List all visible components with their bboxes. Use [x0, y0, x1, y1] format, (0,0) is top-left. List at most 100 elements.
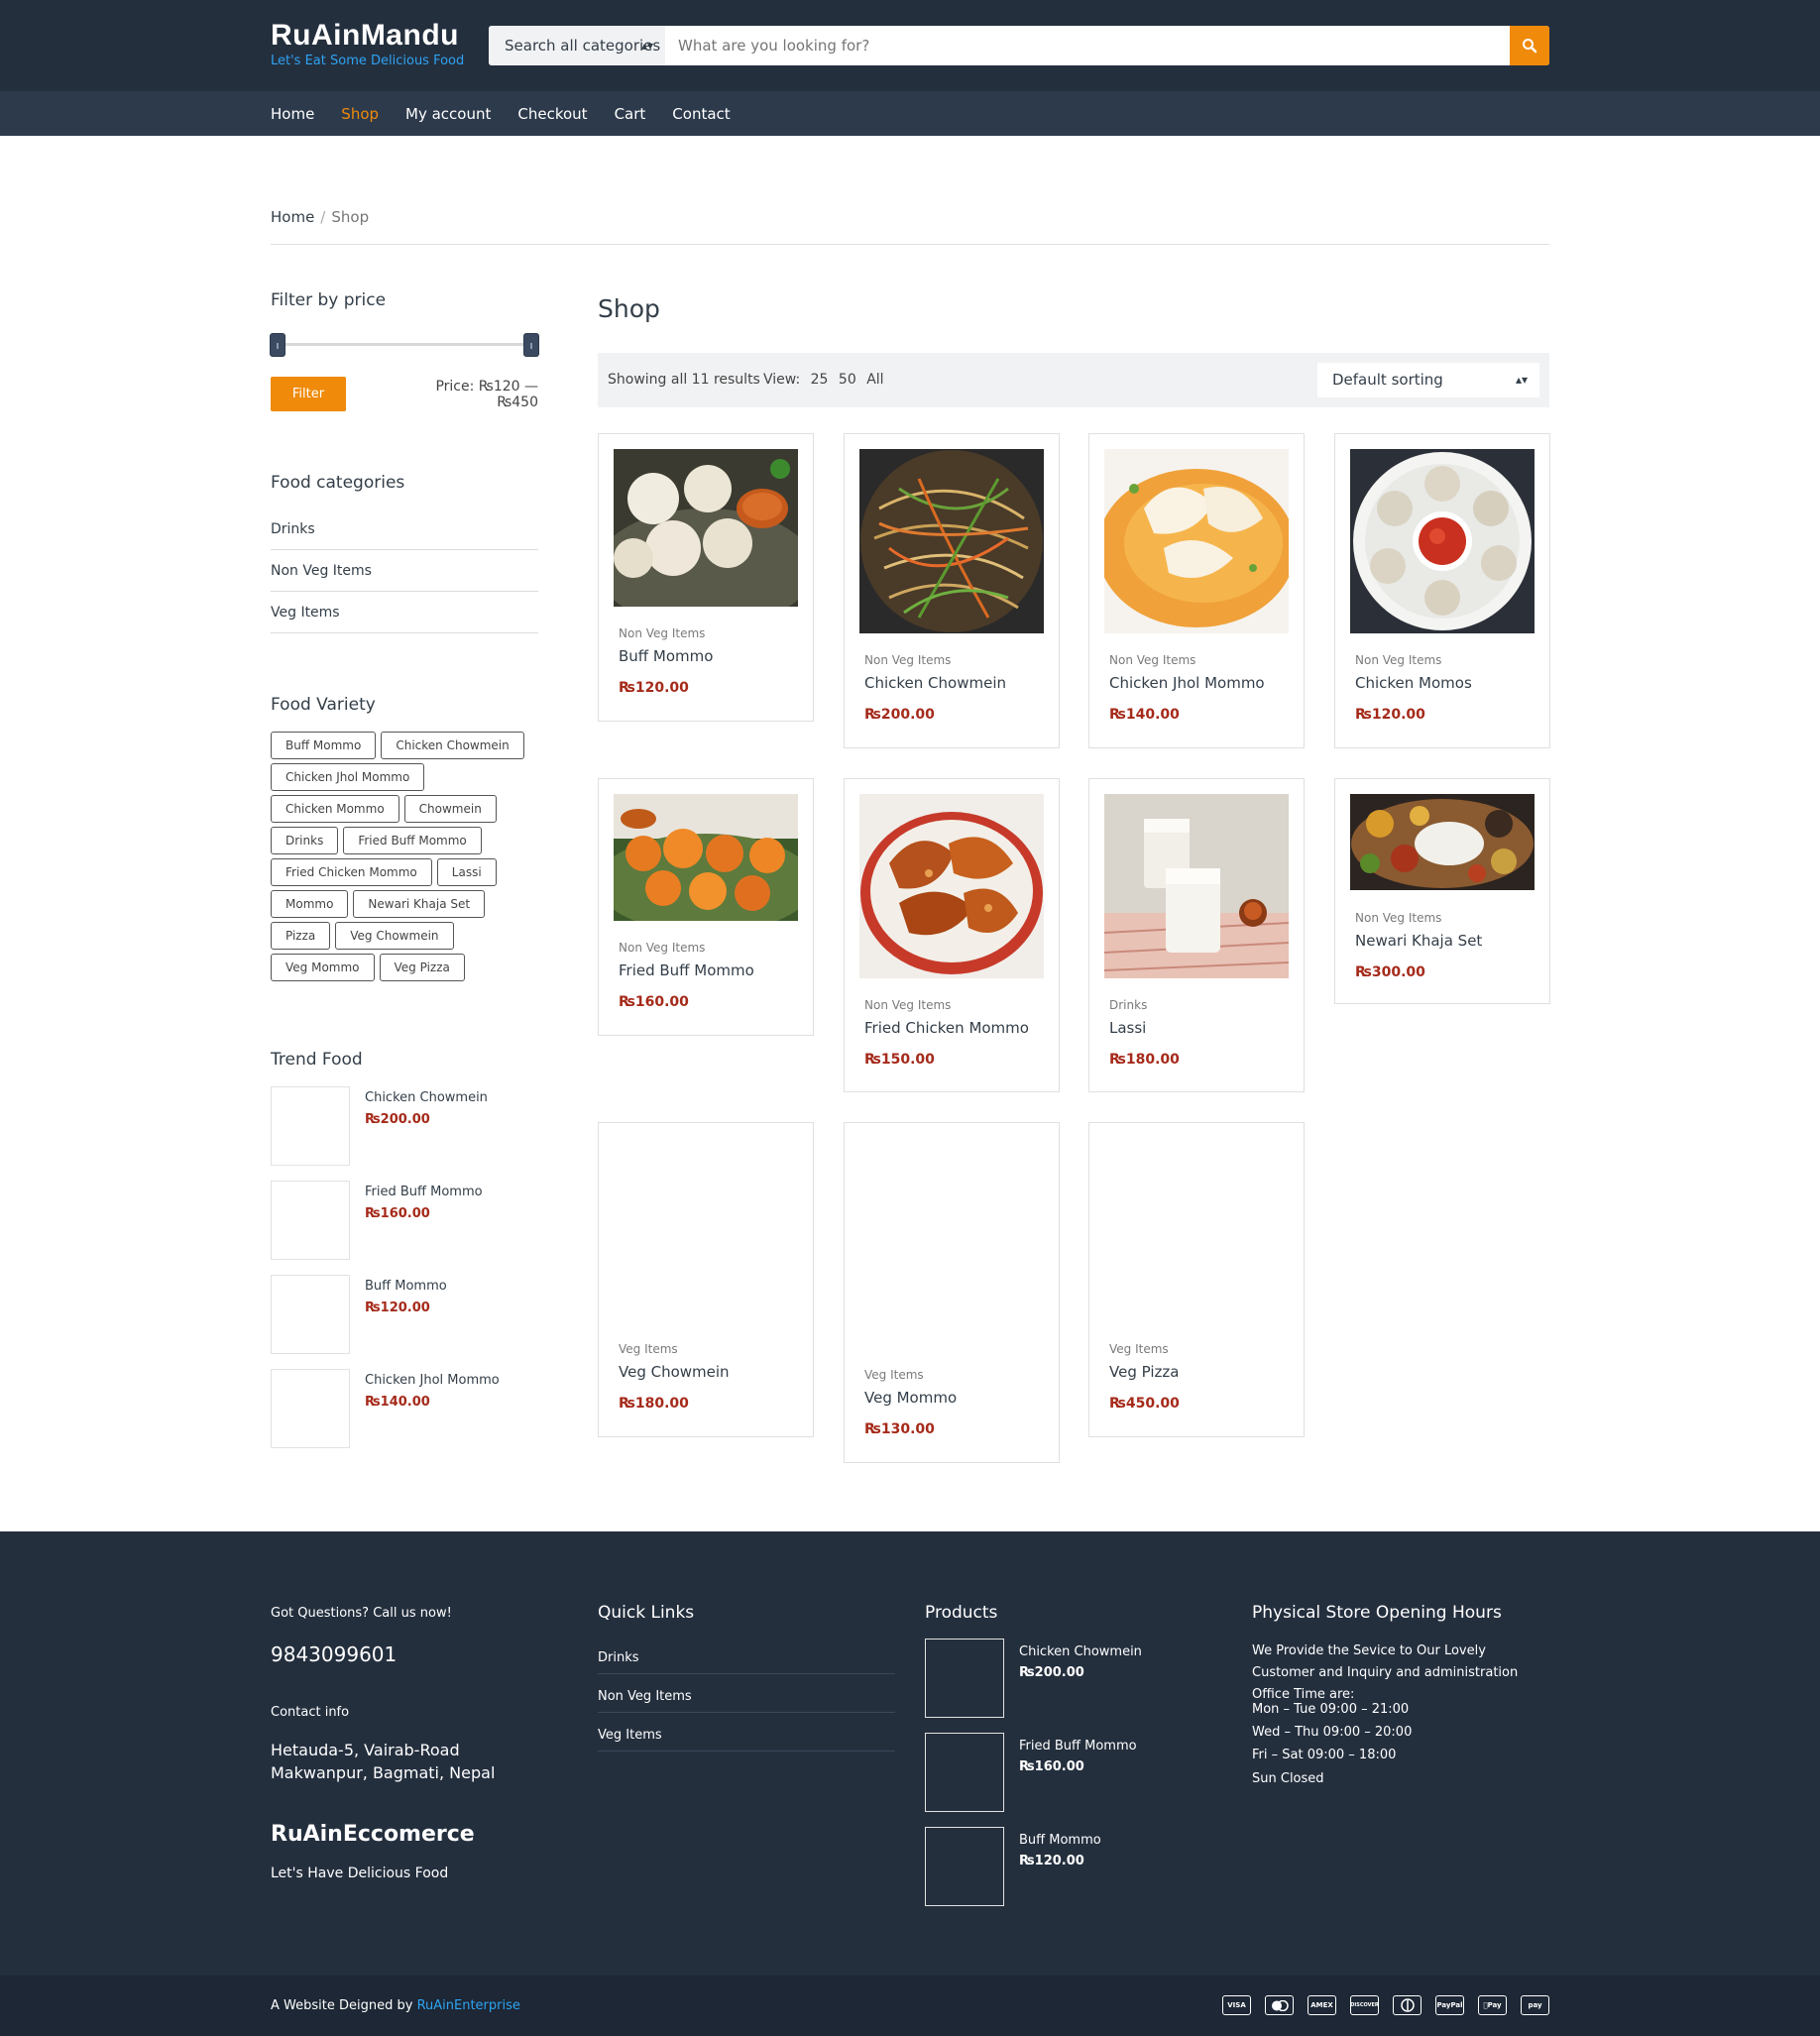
site-title[interactable]: RuAinMandu: [271, 18, 464, 54]
product-card[interactable]: Veg Items Veg Chowmein ₨180.00: [598, 1122, 814, 1437]
product-category[interactable]: Non Veg Items: [1109, 653, 1195, 667]
price-slider-max-handle[interactable]: [523, 333, 539, 357]
search-category-select[interactable]: Search all categories ▴▾: [489, 26, 665, 65]
nav-checkout[interactable]: Checkout: [517, 105, 587, 123]
tag-item[interactable]: Chowmein: [403, 795, 497, 823]
product-name[interactable]: Veg Chowmein: [619, 1363, 730, 1381]
quick-link-non-veg[interactable]: Non Veg Items: [598, 1674, 895, 1713]
tag-item[interactable]: Lassi: [436, 858, 497, 886]
product-name[interactable]: Chicken Momos: [1355, 674, 1472, 692]
product-name[interactable]: Newari Khaja Set: [1355, 932, 1482, 950]
product-category[interactable]: Non Veg Items: [619, 626, 705, 640]
trend-thumbnail[interactable]: [271, 1181, 350, 1260]
trend-thumbnail[interactable]: [271, 1369, 350, 1448]
category-item-non-veg[interactable]: Non Veg Items: [271, 550, 538, 592]
footer-product-item[interactable]: Fried Buff Mommo ₨160.00: [925, 1733, 1202, 1812]
product-card[interactable]: Non Veg Items Chicken Jhol Mommo ₨140.00: [1088, 433, 1305, 748]
trend-item[interactable]: Chicken Chowmein ₨200.00: [271, 1086, 548, 1166]
trend-name[interactable]: Chicken Jhol Mommo: [365, 1373, 500, 1388]
product-image[interactable]: [1104, 449, 1289, 633]
product-name[interactable]: Fried Chicken Mommo: [864, 1019, 1029, 1037]
tag-item[interactable]: Newari Khaja Set: [353, 890, 486, 918]
tag-item[interactable]: Fried Chicken Mommo: [271, 858, 432, 886]
nav-cart[interactable]: Cart: [615, 105, 646, 123]
trend-thumbnail[interactable]: [271, 1275, 350, 1354]
tag-item[interactable]: Veg Mommo: [271, 954, 375, 981]
product-category[interactable]: Drinks: [1109, 998, 1147, 1012]
search-button[interactable]: [1510, 26, 1549, 65]
nav-contact[interactable]: Contact: [672, 105, 730, 123]
search-input[interactable]: [665, 26, 1510, 65]
filter-button[interactable]: Filter: [271, 377, 346, 411]
product-image[interactable]: [859, 449, 1044, 633]
product-image[interactable]: [1104, 794, 1289, 978]
product-card[interactable]: Non Veg Items Chicken Momos ₨120.00: [1334, 433, 1550, 748]
product-name[interactable]: Fried Buff Mommo: [619, 961, 754, 979]
trend-item[interactable]: Fried Buff Mommo ₨160.00: [271, 1181, 548, 1260]
product-category[interactable]: Non Veg Items: [619, 941, 705, 955]
product-card[interactable]: Drinks Lassi ₨180.00: [1088, 778, 1305, 1092]
credit-link[interactable]: RuAinEnterprise: [417, 1998, 520, 2013]
category-item-drinks[interactable]: Drinks: [271, 509, 538, 550]
tag-item[interactable]: Buff Mommo: [271, 732, 377, 759]
product-category[interactable]: Veg Items: [1109, 1342, 1169, 1356]
product-card[interactable]: Non Veg Items Fried Chicken Mommo ₨150.0…: [844, 778, 1060, 1092]
product-category[interactable]: Veg Items: [619, 1342, 678, 1356]
product-image[interactable]: [859, 1138, 1044, 1348]
sorting-select[interactable]: Default sorting ▴▾: [1317, 363, 1539, 397]
footer-product-name[interactable]: Fried Buff Mommo: [1019, 1739, 1137, 1753]
trend-item[interactable]: Chicken Jhol Mommo ₨140.00: [271, 1369, 548, 1448]
product-name[interactable]: Chicken Chowmein: [864, 674, 1006, 692]
footer-product-thumbnail[interactable]: [925, 1639, 1004, 1718]
tag-item[interactable]: Veg Pizza: [379, 954, 465, 981]
breadcrumb-home[interactable]: Home: [271, 208, 314, 226]
footer-product-thumbnail[interactable]: [925, 1827, 1004, 1906]
quick-link-veg[interactable]: Veg Items: [598, 1713, 895, 1752]
category-item-veg[interactable]: Veg Items: [271, 592, 538, 633]
nav-my-account[interactable]: My account: [405, 105, 491, 123]
trend-name[interactable]: Fried Buff Mommo: [365, 1185, 483, 1199]
product-image[interactable]: [859, 794, 1044, 978]
product-card[interactable]: Non Veg Items Newari Khaja Set ₨300.00: [1334, 778, 1550, 1004]
product-name[interactable]: Lassi: [1109, 1019, 1146, 1037]
tag-item[interactable]: Chicken Mommo: [271, 795, 399, 823]
tag-item[interactable]: Mommo: [271, 890, 349, 918]
trend-name[interactable]: Chicken Chowmein: [365, 1090, 488, 1105]
product-image[interactable]: [1350, 449, 1535, 633]
trend-name[interactable]: Buff Mommo: [365, 1279, 447, 1294]
product-image[interactable]: [614, 1138, 798, 1322]
product-name[interactable]: Buff Mommo: [619, 647, 713, 665]
price-slider-min-handle[interactable]: [270, 333, 285, 357]
footer-product-name[interactable]: Buff Mommo: [1019, 1833, 1101, 1848]
trend-thumbnail[interactable]: [271, 1086, 350, 1166]
product-image[interactable]: [614, 794, 798, 921]
product-category[interactable]: Non Veg Items: [864, 998, 951, 1012]
tag-item[interactable]: Fried Buff Mommo: [343, 827, 482, 854]
product-card[interactable]: Non Veg Items Chicken Chowmein ₨200.00: [844, 433, 1060, 748]
site-brand[interactable]: RuAinMandu Let's Eat Some Delicious Food: [271, 18, 464, 69]
tag-item[interactable]: Pizza: [271, 922, 331, 950]
product-category[interactable]: Veg Items: [864, 1368, 924, 1382]
quick-link-drinks[interactable]: Drinks: [598, 1636, 895, 1674]
tag-item[interactable]: Chicken Chowmein: [381, 732, 524, 759]
view-option-50[interactable]: 50: [839, 372, 856, 388]
nav-home[interactable]: Home: [271, 105, 314, 123]
view-option-25[interactable]: 25: [811, 372, 829, 388]
footer-product-thumbnail[interactable]: [925, 1733, 1004, 1812]
price-slider-track[interactable]: [271, 343, 538, 346]
tag-item[interactable]: Drinks: [271, 827, 339, 854]
phone-number[interactable]: 9843099601: [271, 1642, 397, 1666]
product-name[interactable]: Veg Mommo: [864, 1389, 957, 1407]
nav-shop[interactable]: Shop: [341, 105, 379, 123]
product-image[interactable]: [1104, 1138, 1289, 1322]
tag-item[interactable]: Veg Chowmein: [335, 922, 454, 950]
footer-product-item[interactable]: Chicken Chowmein ₨200.00: [925, 1639, 1202, 1718]
product-category[interactable]: Non Veg Items: [1355, 911, 1441, 925]
product-card[interactable]: Non Veg Items Fried Buff Mommo ₨160.00: [598, 778, 814, 1036]
product-category[interactable]: Non Veg Items: [864, 653, 951, 667]
product-name[interactable]: Chicken Jhol Mommo: [1109, 674, 1265, 692]
product-image[interactable]: [1350, 794, 1535, 890]
view-option-all[interactable]: All: [866, 372, 883, 388]
product-name[interactable]: Veg Pizza: [1109, 1363, 1179, 1381]
product-card[interactable]: Veg Items Veg Mommo ₨130.00: [844, 1122, 1060, 1463]
